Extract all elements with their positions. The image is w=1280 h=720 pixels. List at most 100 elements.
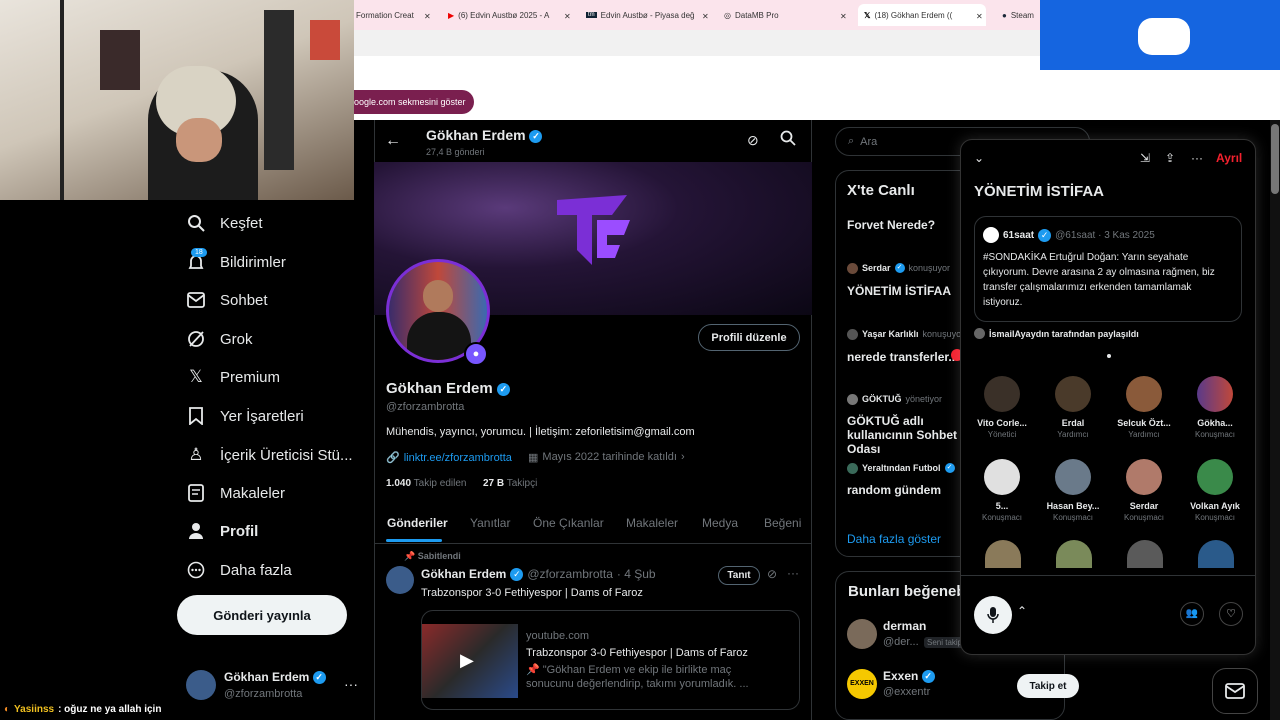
more-icon[interactable]: ··· (787, 566, 799, 580)
tab-posts[interactable]: Gönderiler (387, 516, 448, 530)
tab-label: (18) Gökhan Erdem (( (874, 10, 953, 20)
account-menu-button[interactable]: ··· (344, 676, 358, 692)
suggestion-name[interactable]: Exxen ✓ (883, 669, 935, 684)
bookmark-icon (186, 406, 206, 426)
nav-item-articles[interactable]: Makaleler (186, 483, 285, 503)
follow-button[interactable]: Takip et (1017, 674, 1079, 698)
grok-icon[interactable]: ⊘ (767, 567, 777, 581)
close-icon[interactable]: ✕ (564, 5, 571, 27)
speaker[interactable]: 5... Konuşmacı (967, 459, 1037, 522)
post-author[interactable]: Gökhan Erdem (421, 567, 506, 581)
avatar[interactable] (386, 566, 414, 594)
show-more-link[interactable]: Daha fazla göster (847, 532, 941, 546)
close-icon[interactable]: ✕ (840, 5, 847, 27)
speaker[interactable]: Gökha... Konuşmacı (1180, 376, 1250, 439)
tab-media[interactable]: Medya (702, 516, 738, 530)
tab-articles[interactable]: Makaleler (626, 516, 678, 530)
card-description: 📌 "Gökhan Erdem ve ekip ile birlikte maç… (526, 664, 749, 690)
creator-studio-icon: ♙ (188, 445, 204, 464)
pinned-label: 📌 Sabitlendi (404, 551, 461, 561)
back-arrow-icon[interactable]: ← (385, 132, 401, 150)
tab-label: Steam (1010, 10, 1034, 20)
avatar[interactable] (847, 619, 877, 649)
suggestions-title: Bunları beğeneb (848, 583, 966, 600)
speaker-avatar-partial[interactable] (985, 540, 1021, 568)
following-count: 1.040 (386, 478, 412, 489)
share-icon[interactable]: ⇪ (1165, 151, 1175, 165)
edit-profile-button[interactable]: Profili düzenle (698, 324, 800, 351)
live-item-title[interactable]: nerede transferler.. (847, 350, 955, 364)
speaker[interactable]: Serdar Konuşmacı (1109, 459, 1179, 522)
tab-likes[interactable]: Beğeni (764, 516, 801, 530)
messages-button[interactable] (1212, 668, 1258, 714)
tab-label: Formation Creat (356, 10, 414, 20)
grok-icon[interactable]: ⊘ (747, 132, 759, 149)
link-card[interactable]: ▶ youtube.com Trabzonspor 3-0 Fethiyespo… (421, 610, 800, 710)
live-item-title[interactable]: Forvet Nerede? (847, 218, 935, 232)
nav-item-profile[interactable]: Profil (186, 521, 258, 541)
scrollbar-thumb[interactable] (1271, 124, 1279, 194)
speaker[interactable]: Volkan Ayık Konuşmacı (1180, 459, 1250, 522)
mic-icon[interactable]: ● (464, 342, 488, 366)
promote-button[interactable]: Tanıt (718, 566, 760, 585)
tab-hint-chip[interactable]: oogle.com sekmesini göster (354, 90, 474, 114)
browser-tab[interactable]: ▶ (6) Edvin Austbø 2025 - A (448, 4, 558, 26)
browser-tab[interactable]: ◎ DataMB Pro (724, 4, 844, 26)
tab-highlights[interactable]: Öne Çıkanlar (533, 516, 604, 530)
close-icon[interactable]: ✕ (424, 5, 431, 27)
profile-link-text[interactable]: linktr.ee/zforzambrotta (404, 452, 512, 464)
leave-button[interactable]: Ayrıl (1216, 151, 1242, 165)
overlay-pill (1138, 18, 1190, 55)
header-name: Gökhan Erdem ✓ (426, 127, 543, 143)
speaker-avatar-partial[interactable] (1127, 540, 1163, 568)
nav-item-creator-studio[interactable]: ♙ İçerik Üreticisi Stü... (186, 445, 352, 465)
live-item-title[interactable]: YÖNETİM İSTİFAA (847, 284, 951, 298)
nav-item-chat[interactable]: Sohbet (186, 290, 268, 310)
browser-tab[interactable]: ● Steam (1002, 4, 1042, 26)
browser-tab-active[interactable]: 𝕏 (18) Gökhan Erdem (( (858, 4, 986, 26)
site-icon: tm (586, 12, 597, 18)
close-icon[interactable]: ✕ (702, 5, 709, 27)
following-label: Takip edilen (413, 478, 467, 489)
speaker-avatar-partial[interactable] (1198, 540, 1234, 568)
x-logo-icon: 𝕏 (864, 10, 871, 20)
speaker[interactable]: Hasan Bey... Konuşmacı (1038, 459, 1108, 522)
suggestion-name[interactable]: derman (883, 619, 926, 633)
nav-item-explore[interactable]: Keşfet (186, 213, 263, 233)
verified-icon: ✓ (1038, 228, 1052, 242)
avatar[interactable] (186, 670, 216, 700)
minimize-icon[interactable]: ⇲ (1140, 151, 1150, 165)
post-button[interactable]: Gönderi yayınla (177, 595, 347, 635)
profile-link[interactable]: 🔗 linktr.ee/zforzambrotta (386, 451, 512, 465)
heart-icon[interactable]: ♡ (1219, 602, 1243, 626)
people-icon[interactable]: 👥 (1180, 602, 1204, 626)
chevron-up-icon[interactable]: ⌃ (1017, 604, 1027, 618)
following-stat[interactable]: 1.040 Takip edilen (386, 478, 466, 489)
search-icon[interactable] (780, 130, 796, 151)
speaker[interactable]: Selcuk Özt... Yardımcı (1109, 376, 1179, 439)
banner-logo (557, 195, 630, 265)
suggestion-handle: @exxentr (883, 686, 931, 698)
scrollbar[interactable] (1270, 120, 1280, 720)
loading-dot (1107, 354, 1111, 358)
calendar-icon: ▦ (528, 452, 539, 464)
account-handle: @zforzambrotta (224, 688, 303, 700)
nav-item-grok[interactable]: Grok (186, 329, 253, 349)
close-icon[interactable]: ✕ (976, 5, 983, 27)
speaker[interactable]: Vito Corle... Yönetici (967, 376, 1037, 439)
live-item-title[interactable]: random gündem (847, 483, 941, 497)
more-icon[interactable]: ··· (1191, 151, 1203, 165)
tab-replies[interactable]: Yanıtlar (470, 516, 510, 530)
followers-stat[interactable]: 27 B Takipçi (483, 478, 537, 489)
nav-item-bookmarks[interactable]: Yer İşaretleri (186, 406, 304, 426)
speaker[interactable]: Erdal Yardımcı (1038, 376, 1108, 439)
mic-button[interactable] (974, 596, 1012, 634)
exxen-logo[interactable]: EXXEN (847, 669, 877, 699)
chevron-down-icon[interactable]: ⌄ (974, 151, 984, 165)
speaker-avatar-partial[interactable] (1056, 540, 1092, 568)
nav-item-more[interactable]: Daha fazla (186, 560, 292, 580)
nav-item-premium[interactable]: 𝕏 Premium (186, 367, 280, 387)
joined-date: ▦ Mayıs 2022 tarihinde katıldı › (528, 451, 685, 464)
live-item-title[interactable]: GÖKTUĞ adlı kullanıcının Sohbet Odası (847, 414, 967, 456)
browser-tab[interactable]: tm Edvin Austbø - Piyasa değ (586, 4, 696, 26)
